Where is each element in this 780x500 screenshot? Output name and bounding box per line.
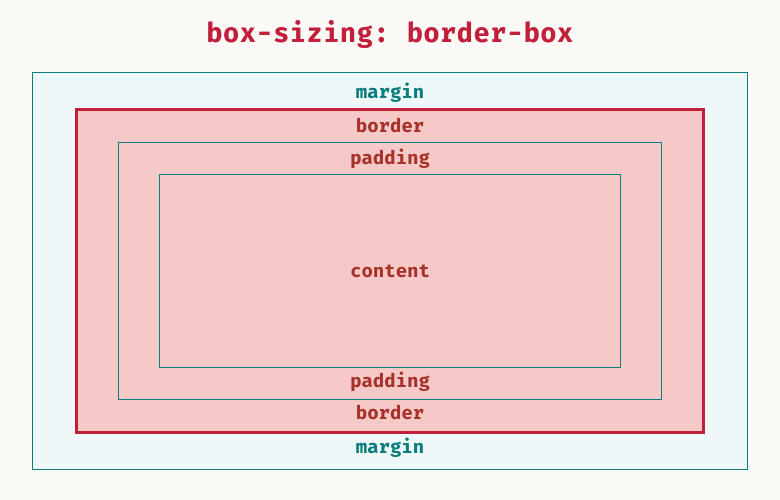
border-label-bottom: border xyxy=(118,404,662,425)
padding-label-bottom: padding xyxy=(159,372,621,393)
padding-label-top: padding xyxy=(159,149,621,170)
border-box: border padding content padding border xyxy=(75,108,705,434)
margin-label-bottom: margin xyxy=(75,438,705,459)
content-box: content xyxy=(159,174,621,369)
diagram-container: box-sizing: border-box margin border pad… xyxy=(0,0,780,500)
padding-box: padding content padding xyxy=(118,142,662,400)
margin-box: margin border padding content padding bo… xyxy=(32,72,748,470)
diagram-title: box-sizing: border-box xyxy=(32,18,748,50)
border-label-top: border xyxy=(118,117,662,138)
content-label: content xyxy=(350,260,430,283)
margin-label-top: margin xyxy=(75,83,705,104)
